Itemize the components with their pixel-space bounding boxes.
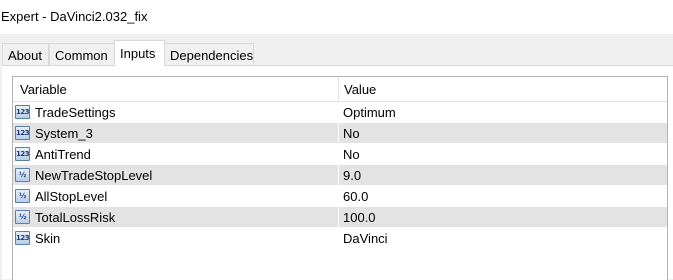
table-row[interactable]: 123 TradeSettings Optimum [13, 102, 667, 123]
variable-value[interactable]: DaVinci [343, 231, 388, 246]
variable-name: NewTradeStopLevel [35, 168, 153, 183]
variable-value[interactable]: No [343, 126, 360, 141]
integer-type-icon: 123 [15, 231, 30, 245]
double-type-icon: ½ [15, 168, 30, 182]
inputs-grid: Variable Value 123 TradeSettings Optimum… [12, 76, 668, 280]
grid-header: Variable Value [13, 77, 667, 102]
variable-name: TotalLossRisk [35, 210, 116, 225]
column-header-variable[interactable]: Variable [20, 82, 67, 97]
variable-name: TradeSettings [35, 105, 116, 120]
tab-inputs[interactable]: Inputs [114, 40, 165, 66]
column-header-value[interactable]: Value [344, 82, 376, 97]
double-type-icon: ½ [15, 189, 30, 203]
title-bar: Expert - DaVinci2.032_fix [0, 0, 673, 34]
tab-strip: About Common Inputs Dependencies [0, 40, 673, 66]
table-row[interactable]: ½ TotalLossRisk 100.0 [13, 207, 667, 228]
integer-type-icon: 123 [15, 126, 30, 140]
variable-name: AntiTrend [35, 147, 91, 162]
table-row[interactable]: 123 Skin DaVinci [13, 228, 667, 249]
variable-name: AllStopLevel [35, 189, 108, 204]
variable-name: Skin [35, 231, 61, 246]
tab-common[interactable]: Common [49, 43, 115, 65]
table-row[interactable]: 123 AntiTrend No [13, 144, 667, 165]
table-row[interactable]: ½ AllStopLevel 60.0 [13, 186, 667, 207]
double-type-icon: ½ [15, 210, 30, 224]
variable-value[interactable]: No [343, 147, 360, 162]
integer-type-icon: 123 [15, 105, 30, 119]
variable-value[interactable]: Optimum [343, 105, 396, 120]
integer-type-icon: 123 [15, 147, 30, 161]
variable-value[interactable]: 9.0 [343, 168, 361, 183]
column-divider[interactable] [338, 77, 339, 101]
tab-dependencies[interactable]: Dependencies [164, 43, 254, 65]
table-row[interactable]: ½ NewTradeStopLevel 9.0 [13, 165, 667, 186]
variable-value[interactable]: 100.0 [343, 210, 376, 225]
variable-name: System_3 [35, 126, 93, 141]
tab-about[interactable]: About [2, 43, 49, 65]
inputs-panel: Variable Value 123 TradeSettings Optimum… [2, 65, 673, 280]
variable-value[interactable]: 60.0 [343, 189, 368, 204]
table-row[interactable]: 123 System_3 No [13, 123, 667, 144]
window-title: Expert - DaVinci2.032_fix [1, 9, 148, 24]
